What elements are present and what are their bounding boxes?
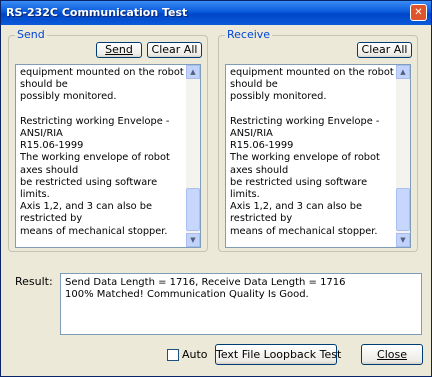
send-text: equipment mounted on the robot should be…: [20, 67, 184, 237]
result-line: 100% Matched! Communication Quality Is G…: [65, 289, 309, 300]
send-group-label: Send: [15, 28, 47, 41]
result-label: Result:: [15, 275, 53, 288]
receive-clear-all-button[interactable]: Clear All: [357, 42, 412, 58]
receive-textarea[interactable]: equipment mounted on the robot should be…: [225, 64, 411, 248]
result-textbox[interactable]: Send Data Length = 1716, Receive Data Le…: [60, 273, 422, 335]
send-textarea[interactable]: equipment mounted on the robot should be…: [15, 64, 201, 248]
send-button[interactable]: Send: [96, 42, 142, 58]
close-button[interactable]: Close: [361, 344, 423, 365]
loopback-test-button[interactable]: Text File Loopback Test: [215, 344, 341, 365]
scroll-up-icon[interactable]: ▲: [396, 65, 410, 79]
scroll-down-icon[interactable]: ▼: [396, 233, 410, 247]
close-icon[interactable]: ✕: [410, 4, 427, 21]
receive-text: equipment mounted on the robot should be…: [230, 67, 394, 237]
send-scroll-thumb[interactable]: [186, 188, 200, 231]
auto-label[interactable]: Auto: [182, 348, 208, 361]
receive-scroll-thumb[interactable]: [396, 188, 410, 231]
send-group: Send Send Clear All equipment mounted on…: [8, 28, 208, 252]
receive-group-label: Receive: [225, 28, 273, 41]
send-scrollbar[interactable]: ▲ ▼: [186, 65, 200, 247]
result-line: Send Data Length = 1716, Receive Data Le…: [65, 277, 346, 288]
receive-scrollbar[interactable]: ▲ ▼: [396, 65, 410, 247]
receive-group: Receive Clear All equipment mounted on t…: [218, 28, 418, 252]
scroll-down-icon[interactable]: ▼: [186, 233, 200, 247]
close-button-label: Close: [377, 348, 407, 361]
window-title: RS-232C Communication Test: [6, 6, 188, 19]
title-bar[interactable]: RS-232C Communication Test ✕: [1, 1, 431, 25]
send-button-label: Send: [105, 43, 133, 56]
send-clear-all-button[interactable]: Clear All: [147, 42, 202, 58]
auto-checkbox[interactable]: [167, 349, 179, 361]
scroll-up-icon[interactable]: ▲: [186, 65, 200, 79]
dialog-window: RS-232C Communication Test ✕ Send Send C…: [0, 0, 432, 377]
